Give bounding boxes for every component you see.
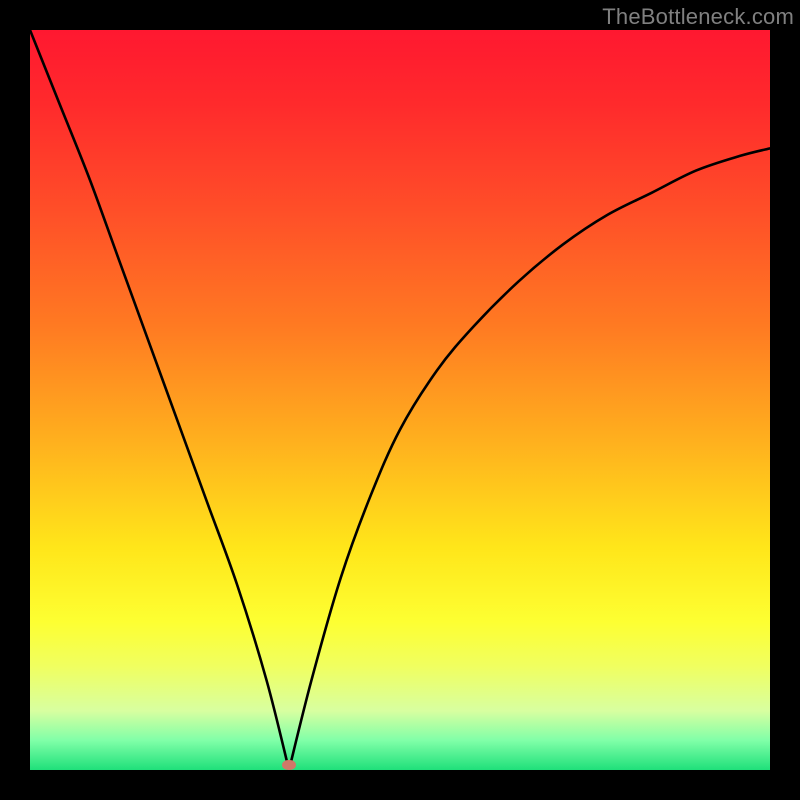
plot-area (30, 30, 770, 770)
minimum-marker (282, 760, 296, 770)
watermark-text: TheBottleneck.com (602, 4, 794, 30)
chart-stage: TheBottleneck.com (0, 0, 800, 800)
bottleneck-curve (30, 30, 770, 770)
